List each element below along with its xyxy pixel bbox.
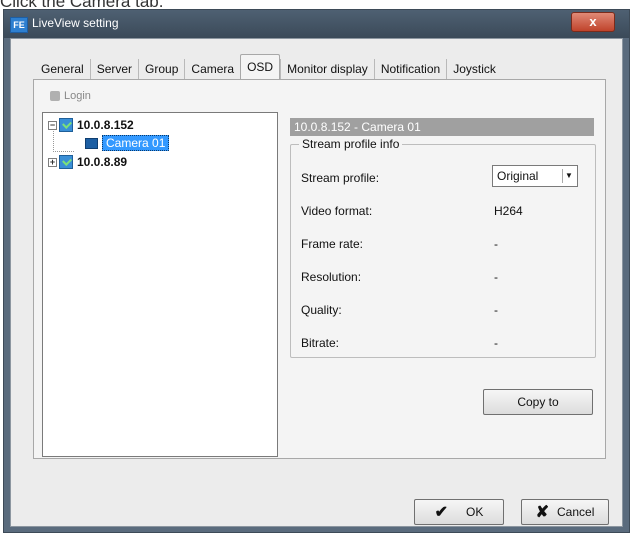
tree-node-camera-01[interactable]: Camera 01 xyxy=(85,134,170,152)
tab-server[interactable]: Server xyxy=(89,59,139,79)
server-1-label: 10.0.8.152 xyxy=(77,118,134,132)
tab-general[interactable]: General xyxy=(35,59,90,79)
camera-icon xyxy=(85,137,98,149)
expand-icon[interactable]: + xyxy=(48,157,57,167)
frame-rate-value: - xyxy=(494,237,498,251)
bitrate-value: - xyxy=(494,336,498,350)
resolution-label: Resolution: xyxy=(301,270,362,284)
login-icon xyxy=(50,91,60,101)
quality-label: Quality: xyxy=(301,303,342,317)
cancel-button[interactable]: ✘ Cancel xyxy=(521,499,609,525)
group-title: Stream profile info xyxy=(299,137,403,151)
frame-rate-label: Frame rate: xyxy=(301,237,364,251)
tab-joystick[interactable]: Joystick xyxy=(446,59,502,79)
tree-node-server-1[interactable]: − 10.0.8.152 xyxy=(48,116,134,134)
camera-header-bar: 10.0.8.152 - Camera 01 xyxy=(290,118,594,136)
device-tree[interactable]: − 10.0.8.152 Camera 01 + 10.0.8.89 xyxy=(42,112,278,457)
collapse-icon[interactable]: − xyxy=(48,120,57,130)
server-2-label: 10.0.8.89 xyxy=(77,155,128,169)
dialog-client: General Server Group Camera OSD Monitor … xyxy=(10,38,623,527)
tab-osd[interactable]: OSD xyxy=(240,54,281,79)
stream-profile-select[interactable]: Original ▼ xyxy=(492,165,578,187)
stream-profile-label: Stream profile: xyxy=(301,171,380,185)
copy-to-label: Copy to xyxy=(517,395,559,409)
resolution-value: - xyxy=(494,270,498,284)
titlebar[interactable]: FE LiveView setting x xyxy=(4,10,629,38)
login-label: Login xyxy=(64,90,91,102)
cancel-label: Cancel xyxy=(557,505,595,519)
tree-node-server-2[interactable]: + 10.0.8.89 xyxy=(48,153,127,171)
ok-label: OK xyxy=(466,505,484,519)
chevron-down-icon: ▼ xyxy=(562,169,575,183)
video-format-label: Video format: xyxy=(301,204,373,218)
liveview-setting-window: FE LiveView setting x General Server Gro… xyxy=(3,9,630,533)
tab-monitor-display[interactable]: Monitor display xyxy=(280,59,374,79)
stream-profile-group: Stream profile info Stream profile: Orig… xyxy=(290,137,596,358)
window-title: LiveView setting xyxy=(32,16,119,30)
close-button[interactable]: x xyxy=(571,12,615,32)
tab-strip: General Server Group Camera OSD Monitor … xyxy=(35,54,502,79)
bitrate-label: Bitrate: xyxy=(301,336,340,350)
ok-button[interactable]: ✔ OK xyxy=(414,499,504,525)
video-format-value: H264 xyxy=(494,204,523,218)
camera-01-label: Camera 01 xyxy=(102,135,170,151)
login-button[interactable]: Login xyxy=(50,90,91,102)
tab-notification[interactable]: Notification xyxy=(373,59,447,79)
copy-to-button[interactable]: Copy to xyxy=(483,389,593,415)
server-check-icon xyxy=(59,118,73,132)
check-icon: ✔ xyxy=(434,504,449,521)
app-icon: FE xyxy=(10,17,28,33)
tab-group[interactable]: Group xyxy=(138,59,185,79)
quality-value: - xyxy=(494,303,498,317)
x-icon: ✘ xyxy=(535,504,550,521)
stream-profile-value: Original xyxy=(497,169,539,183)
server-check-icon xyxy=(59,155,73,169)
tree-connector xyxy=(53,131,74,152)
tab-camera[interactable]: Camera xyxy=(184,59,241,79)
